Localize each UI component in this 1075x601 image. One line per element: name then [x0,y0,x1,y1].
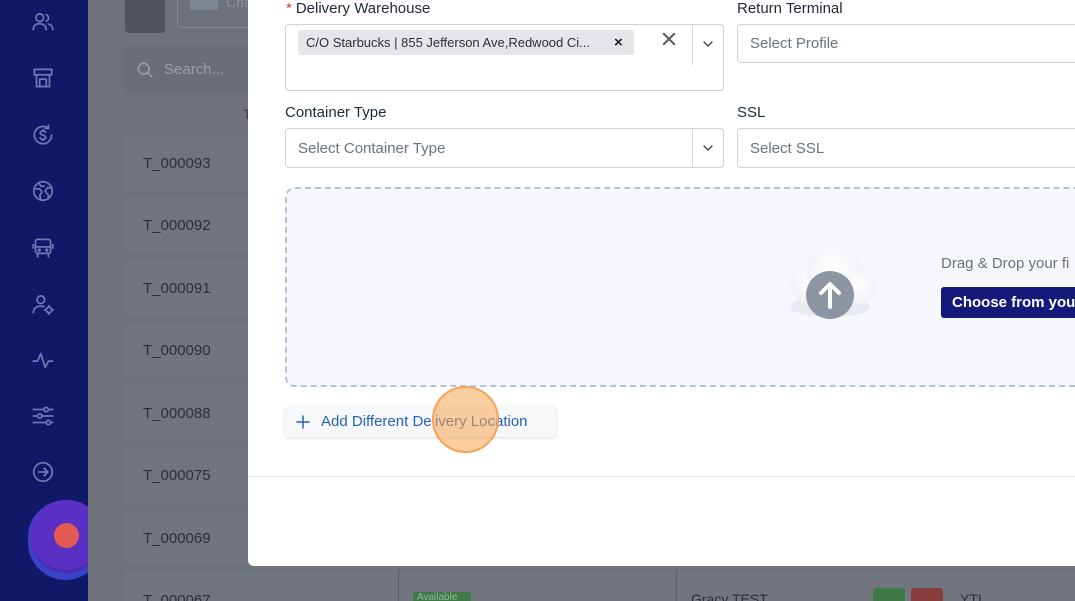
table-row-id: T_000092 [143,217,211,234]
required-marker: * [286,0,292,17]
table-row-id: T_000069 [143,530,211,547]
cloud-upload-icon [790,245,876,319]
table-row-id: T_000067 [143,592,211,601]
table-row-id: T_000075 [143,467,211,484]
activity-icon[interactable] [28,345,58,375]
container-type-label: Container Type [285,104,387,121]
selected-warehouse-tag: C/O Starbucks | 855 Jefferson Ave,Redwoo… [298,30,634,55]
logout-icon[interactable] [28,457,58,487]
click-indicator [432,386,499,453]
background-button [125,0,165,33]
background-search-placeholder: Search... [164,61,225,78]
table-row-id: T_000088 [143,405,211,422]
chevron-down-icon[interactable] [700,36,716,52]
row-name: Gracy TEST [691,591,768,601]
truck-icon[interactable] [28,233,58,263]
globe-icon[interactable] [28,176,58,206]
ssl-placeholder: Select SSL [750,140,825,157]
column-divider [398,570,399,601]
container-type-placeholder: Select Container Type [298,140,446,157]
record-dot-icon[interactable] [54,523,79,548]
ssl-label: SSL [737,104,766,121]
choose-file-button[interactable]: Choose from your [941,287,1075,318]
table-row-id: T_000093 [143,155,211,172]
warehouse-icon[interactable] [28,63,58,93]
user-settings-icon[interactable] [28,289,58,319]
status-badge: Available [413,592,471,601]
drag-drop-text: Drag & Drop your fi [941,255,1070,272]
users-icon[interactable] [28,7,58,37]
plus-icon [294,413,312,431]
add-delivery-location-button[interactable]: Add Different Delivery Location [285,406,556,437]
modal-footer-divider [248,476,1075,477]
dollar-refresh-icon[interactable] [28,120,58,150]
table-row-id: T_000090 [143,342,211,359]
remove-tag-icon[interactable]: × [614,34,623,51]
select-divider [692,129,693,167]
return-terminal-label: Return Terminal [737,0,843,17]
select-divider [692,25,693,65]
sliders-icon[interactable] [28,401,58,431]
delivery-warehouse-label: * Delivery Warehouse [286,0,430,17]
return-terminal-placeholder: Select Profile [750,35,839,52]
reject-button [911,588,943,601]
search-icon [137,62,153,78]
row-carrier: YTI [960,591,982,601]
approve-button [873,588,905,601]
chevron-down-icon[interactable] [700,140,716,156]
selected-warehouse-text: C/O Starbucks | 855 Jefferson Ave,Redwoo… [306,35,590,50]
clear-selection-icon[interactable] [660,30,680,54]
delivery-warehouse-label-text: Delivery Warehouse [295,0,431,17]
column-divider [676,570,677,601]
table-row-id: T_000091 [143,280,211,297]
